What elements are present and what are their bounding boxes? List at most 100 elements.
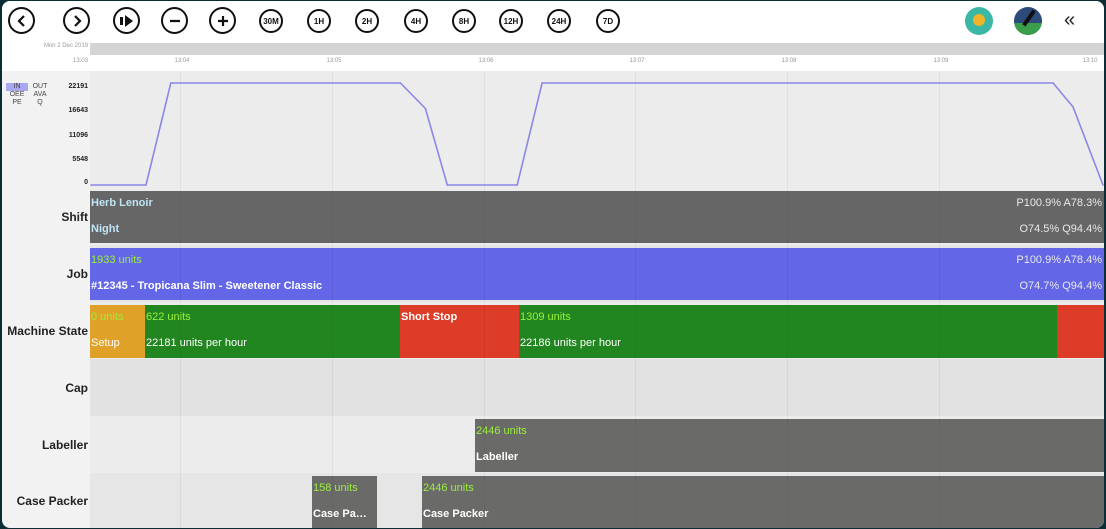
back-button[interactable] (8, 7, 35, 34)
grid-line (180, 71, 181, 528)
range-8h-button[interactable]: 8H (452, 9, 476, 33)
output-data-point (145, 184, 147, 186)
app-frame: 30M 1H 2H 4H 8H 12H 24H 7D « Mon 2 Dec 2… (2, 1, 1104, 528)
segment-units: 0 units (91, 311, 124, 323)
tick-label: 13:07 (629, 58, 645, 64)
row-label-shift: Shift (61, 210, 88, 224)
machine-state-stop-segment[interactable] (1057, 305, 1104, 358)
shift-operator: Herb Lenoir (91, 197, 153, 209)
range-2h-button[interactable]: 2H (355, 9, 379, 33)
range-4h-button[interactable]: 4H (404, 9, 428, 33)
segment-text: Labeller (476, 451, 519, 463)
machine-state-lane: 0 units Setup 622 units 22181 units per … (90, 302, 1104, 359)
output-data-point (541, 82, 543, 84)
segment-text: Case Packer (423, 508, 489, 520)
range-12h-button[interactable]: 12H (499, 9, 523, 33)
output-data-point (1052, 82, 1054, 84)
collapse-button[interactable]: « (1064, 9, 1075, 32)
row-label-job: Job (66, 266, 88, 281)
play-icon (119, 14, 133, 27)
job-o: O74.7% (1019, 280, 1060, 292)
output-data-point (516, 184, 518, 186)
y-tick-label: 22191 (68, 83, 88, 90)
segment-text: 22181 units per hour (146, 337, 247, 349)
cap-lane[interactable] (90, 359, 1104, 416)
shift-q: Q94.4% (1062, 223, 1102, 235)
machine-state-running-segment[interactable]: 1309 units 22186 units per hour (519, 305, 1057, 358)
tick-label: 13:05 (326, 58, 342, 64)
y-tick-label: 16643 (68, 107, 88, 114)
output-series-line (91, 82, 1104, 186)
job-product: #12345 - Tropicana Slim - Sweetener Clas… (91, 280, 323, 292)
range-24h-button[interactable]: 24H (547, 9, 571, 33)
labeller-lane: 2446 units Labeller (90, 416, 1104, 473)
row-label-cap: Cap (65, 380, 88, 395)
segment-text: 22186 units per hour (520, 337, 621, 349)
output-chart-svg (90, 82, 1104, 186)
segment-units: Short Stop (401, 311, 458, 323)
legend-ava: AVA (33, 91, 47, 98)
case-packer-segment[interactable]: 158 units Case Pa… (312, 476, 377, 528)
minus-icon (169, 19, 180, 22)
case-packer-segment[interactable]: 2446 units Case Packer (422, 476, 1104, 528)
row-label-labeller: Labeller (41, 437, 88, 452)
tick-label: 13:09 (933, 58, 949, 64)
play-button[interactable] (113, 7, 140, 34)
shift-segment[interactable]: Herb Lenoir Night P100.9% A78.3% O74.5% … (90, 191, 1104, 243)
job-lane: 1933 units #12345 - Tropicana Slim - Swe… (90, 245, 1104, 302)
output-chart[interactable] (90, 71, 1104, 189)
shift-oq: O74.5% Q94.4% (1019, 223, 1102, 235)
tick-label: 13:06 (478, 58, 494, 64)
output-data-point (1102, 184, 1104, 186)
job-p: P100.9% (1016, 254, 1062, 266)
job-pa: P100.9% A78.4% (1016, 254, 1102, 266)
segment-units: 1309 units (520, 311, 571, 323)
y-tick-label: 11096 (68, 132, 88, 139)
tick-label: 13:04 (174, 58, 190, 64)
legend-in: IN (6, 83, 28, 91)
case-packer-lane: 158 units Case Pa… 2446 units Case Packe… (90, 473, 1104, 528)
output-data-point (399, 82, 402, 84)
machine-state-short-stop-segment[interactable]: Short Stop (400, 305, 519, 358)
y-tick-label: 5548 (72, 156, 88, 163)
shift-pa: P100.9% A78.3% (1016, 197, 1102, 209)
grid-line (332, 71, 333, 528)
output-data-point (446, 184, 449, 186)
range-1h-button[interactable]: 1H (307, 9, 331, 33)
legend-in-oee-pe[interactable]: IN OEE PE (6, 83, 28, 107)
grid-line (939, 71, 940, 528)
grid-line (635, 71, 636, 528)
toolbar: 30M 1H 2H 4H 8H 12H 24H 7D « (2, 1, 1104, 41)
segment-text: Setup (91, 337, 120, 349)
segment-units: 2446 units (423, 482, 474, 494)
job-segment[interactable]: 1933 units #12345 - Tropicana Slim - Swe… (90, 248, 1104, 300)
zoom-out-button[interactable] (161, 7, 188, 34)
grid-line (484, 71, 485, 528)
chevron-right-icon (73, 14, 82, 27)
start-time-label: 13:03 (72, 58, 88, 64)
tick-label: 13:08 (781, 58, 797, 64)
output-data-point (170, 82, 172, 84)
shift-p: P100.9% (1016, 197, 1062, 209)
zoom-in-button[interactable] (209, 7, 236, 34)
app-logo-icon[interactable] (965, 7, 993, 35)
time-ruler: Mon 2 Dec 2019 13:03 13:04 13:05 13:06 1… (2, 41, 1104, 71)
range-30m-button[interactable]: 30M (259, 9, 283, 33)
theme-paint-icon[interactable] (1014, 7, 1042, 35)
shift-a: A78.3% (1063, 197, 1102, 209)
segment-units: 622 units (146, 311, 191, 323)
machine-state-running-segment[interactable]: 622 units 22181 units per hour (145, 305, 400, 358)
shift-period: Night (91, 223, 120, 235)
forward-button[interactable] (63, 7, 90, 34)
output-data-point (424, 107, 427, 110)
machine-state-setup-segment[interactable]: 0 units Setup (90, 305, 145, 358)
legend-pe: PE (12, 99, 22, 106)
range-7d-button[interactable]: 7D (596, 9, 620, 33)
grid-line (787, 71, 788, 528)
ruler-band[interactable] (90, 43, 1104, 55)
job-oq: O74.7% Q94.4% (1019, 280, 1102, 292)
labeller-segment[interactable]: 2446 units Labeller (475, 419, 1104, 472)
shift-lane: Herb Lenoir Night P100.9% A78.3% O74.5% … (90, 189, 1104, 245)
chevron-left-icon (16, 14, 25, 27)
job-a: A78.4% (1063, 254, 1102, 266)
